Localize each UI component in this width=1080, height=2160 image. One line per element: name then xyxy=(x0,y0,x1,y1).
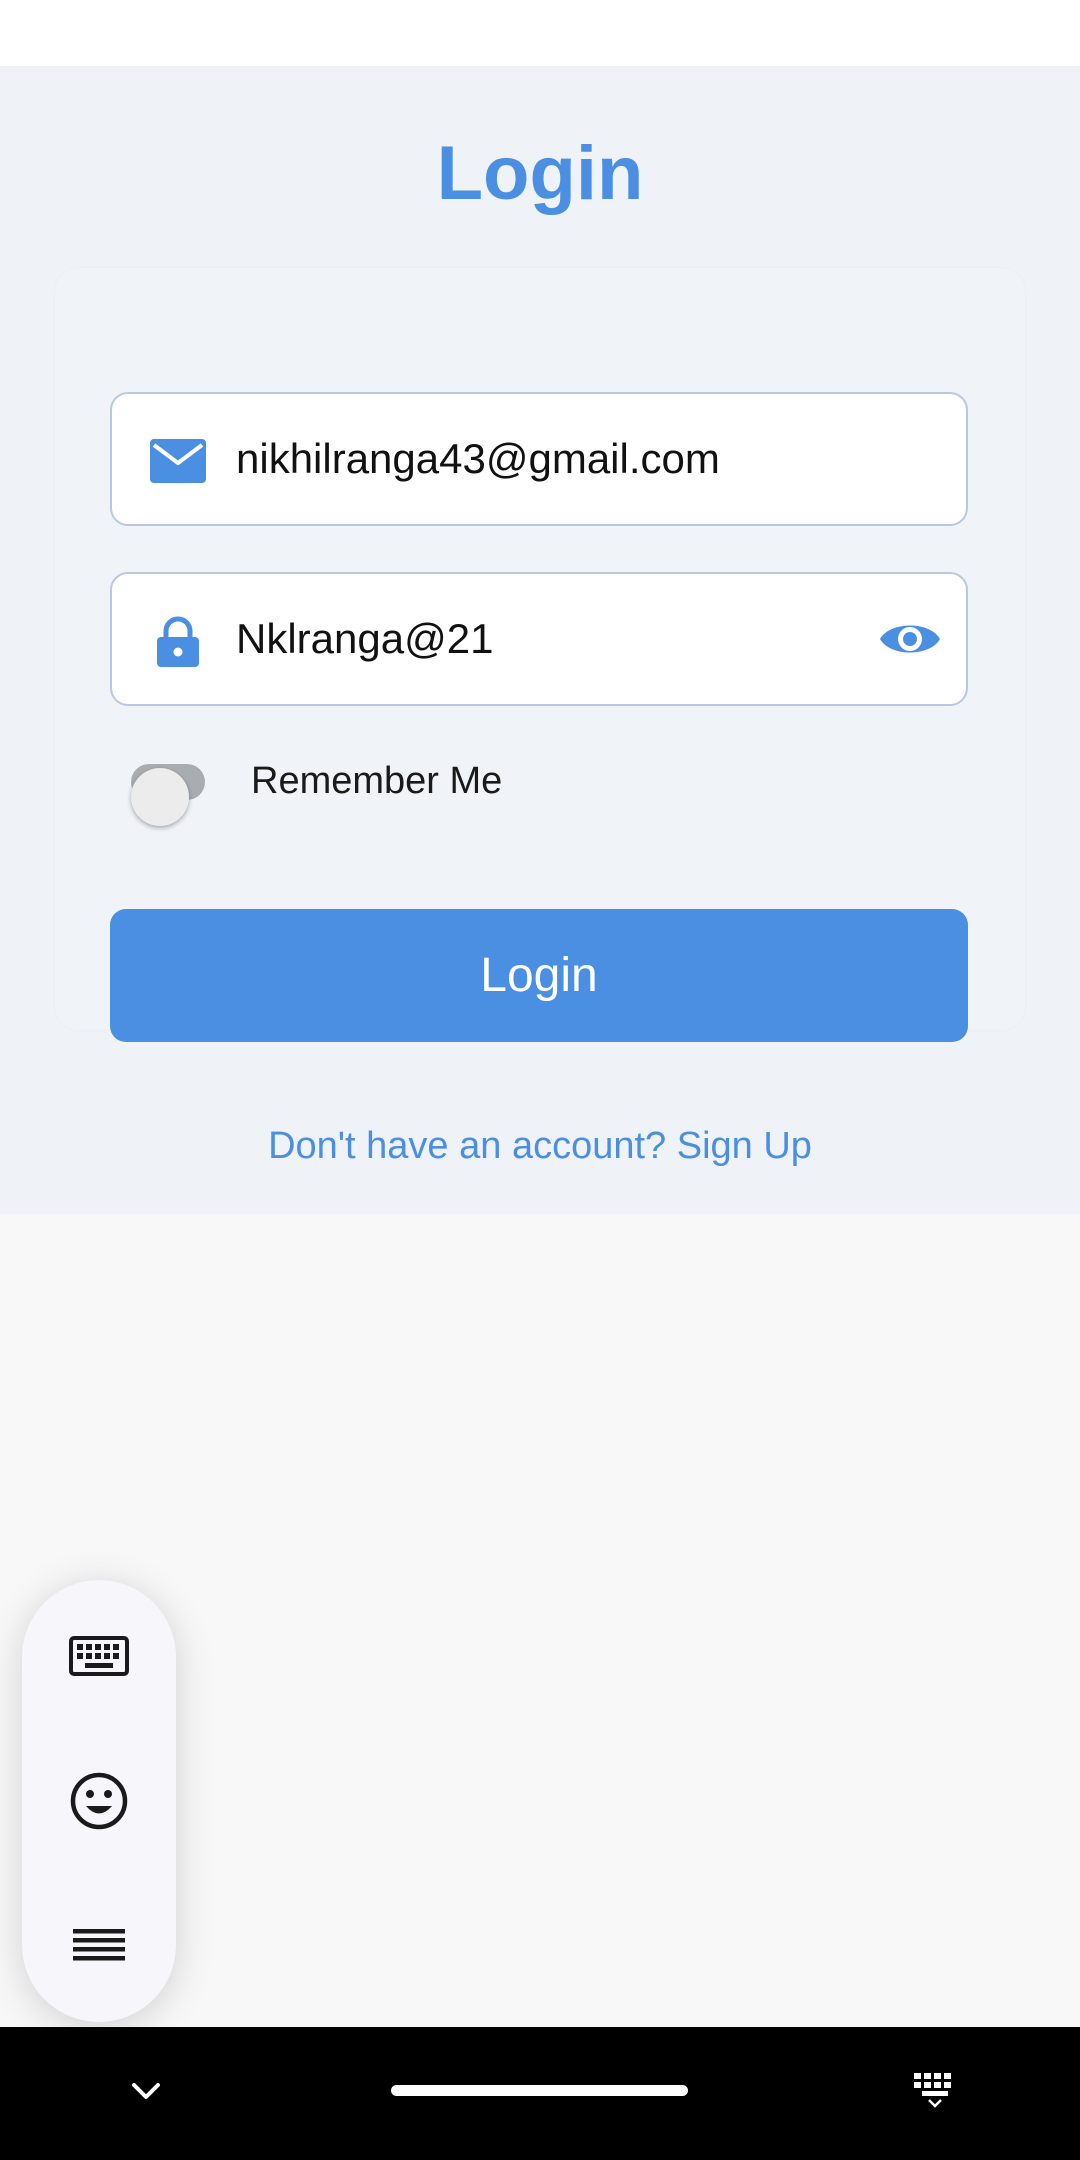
switch-thumb xyxy=(131,768,189,826)
page-title: Login xyxy=(436,131,644,216)
login-card: Remember Me Login xyxy=(55,268,1025,1042)
remember-me-label: Remember Me xyxy=(251,760,503,802)
mail-icon xyxy=(150,439,206,483)
email-input[interactable] xyxy=(236,394,836,524)
remember-me[interactable]: Remember Me xyxy=(115,746,715,826)
lock-icon xyxy=(157,616,199,667)
menu-icon[interactable] xyxy=(59,1904,139,1984)
emoji-icon[interactable] xyxy=(59,1761,139,1841)
signup-link[interactable]: Don't have an account? Sign Up xyxy=(0,1116,1080,1176)
keyboard-switch-icon[interactable] xyxy=(912,2069,958,2109)
keyboard-icon[interactable] xyxy=(59,1616,139,1696)
password-field[interactable] xyxy=(110,572,968,706)
status-bar xyxy=(0,0,1080,66)
chevron-down-icon[interactable] xyxy=(128,2073,164,2109)
password-input[interactable] xyxy=(236,574,836,704)
home-indicator[interactable] xyxy=(391,2085,688,2096)
login-button[interactable]: Login xyxy=(110,909,968,1042)
navigation-bar xyxy=(0,2027,1080,2160)
email-field[interactable] xyxy=(110,392,968,526)
eye-icon[interactable] xyxy=(878,615,942,663)
keyboard-toolbar xyxy=(22,1580,176,2022)
app-area: Login Remem xyxy=(0,66,1080,1214)
remember-me-switch[interactable] xyxy=(131,764,205,826)
